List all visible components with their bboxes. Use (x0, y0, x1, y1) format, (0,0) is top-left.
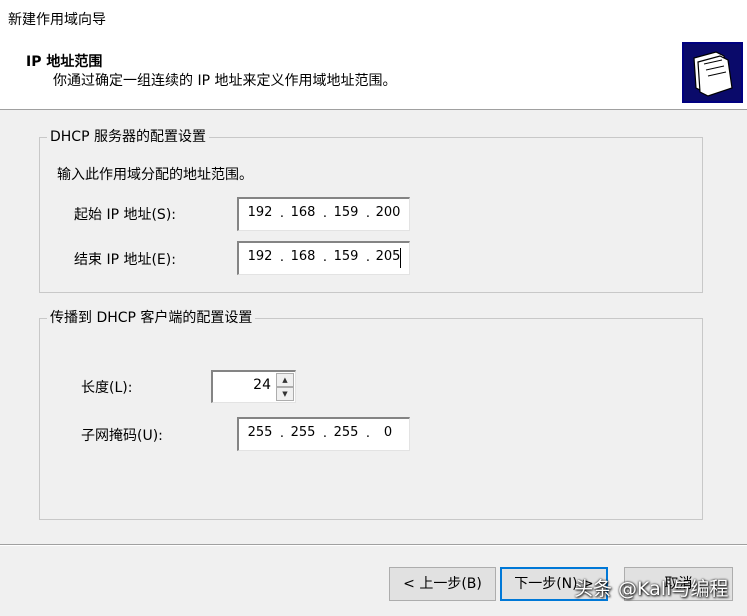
start-ip-octet-3: 159 (333, 205, 359, 220)
subnet-mask-label: 子网掩码(U): (81, 428, 163, 444)
octet-separator: . (365, 250, 371, 265)
octet-separator: . (365, 206, 371, 221)
length-label: 长度(L): (81, 380, 133, 396)
wizard-header: IP 地址范围 你通过确定一组连续的 IP 地址来定义作用域地址范围。 (0, 36, 747, 110)
end-ip-field[interactable]: 192 . 168 . 159 . 205 (237, 241, 410, 275)
client-config-legend: 传播到 DHCP 客户端的配置设置 (47, 309, 256, 327)
octet-separator: . (365, 426, 371, 441)
page-subtitle: 你通过确定一组连续的 IP 地址来定义作用域地址范围。 (53, 73, 397, 89)
octet-separator: . (279, 426, 285, 441)
octet-separator: . (322, 250, 328, 265)
start-ip-field[interactable]: 192 . 168 . 159 . 200 (237, 197, 410, 231)
window-title: 新建作用域向导 (8, 12, 106, 28)
end-ip-octet-3: 159 (333, 249, 359, 264)
end-ip-octet-1: 192 (247, 249, 273, 264)
spin-down-button[interactable]: ▼ (276, 387, 294, 401)
server-config-legend: DHCP 服务器的配置设置 (47, 128, 209, 146)
window-titlebar: 新建作用域向导 (0, 0, 747, 36)
spin-up-button[interactable]: ▲ (276, 373, 294, 387)
octet-separator: . (279, 250, 285, 265)
mask-octet-3: 255 (333, 425, 359, 440)
footer-separator (0, 544, 747, 546)
start-ip-octet-4: 200 (375, 205, 401, 220)
wizard-folders-icon (682, 42, 743, 103)
prefix-length-stepper[interactable]: 24 ▲ ▼ (211, 370, 296, 403)
mask-octet-2: 255 (290, 425, 316, 440)
subnet-mask-field[interactable]: 255 . 255 . 255 . 0 (237, 417, 410, 451)
start-ip-label: 起始 IP 地址(S): (74, 207, 176, 223)
end-ip-octet-4: 205 (375, 249, 401, 264)
prefix-length-value: 24 (253, 377, 271, 393)
mask-octet-4: 0 (383, 425, 393, 440)
page-title: IP 地址范围 (26, 54, 103, 70)
octet-separator: . (322, 426, 328, 441)
mask-octet-1: 255 (247, 425, 273, 440)
watermark-text: 头条 @Kali与编程 (574, 578, 729, 600)
start-ip-octet-2: 168 (290, 205, 316, 220)
end-ip-octet-2: 168 (290, 249, 316, 264)
text-caret (400, 248, 401, 268)
octet-separator: . (322, 206, 328, 221)
octet-separator: . (279, 206, 285, 221)
end-ip-label: 结束 IP 地址(E): (74, 252, 176, 268)
range-instruction: 输入此作用域分配的地址范围。 (57, 167, 253, 183)
start-ip-octet-1: 192 (247, 205, 273, 220)
back-button[interactable]: < 上一步(B) (389, 567, 496, 601)
